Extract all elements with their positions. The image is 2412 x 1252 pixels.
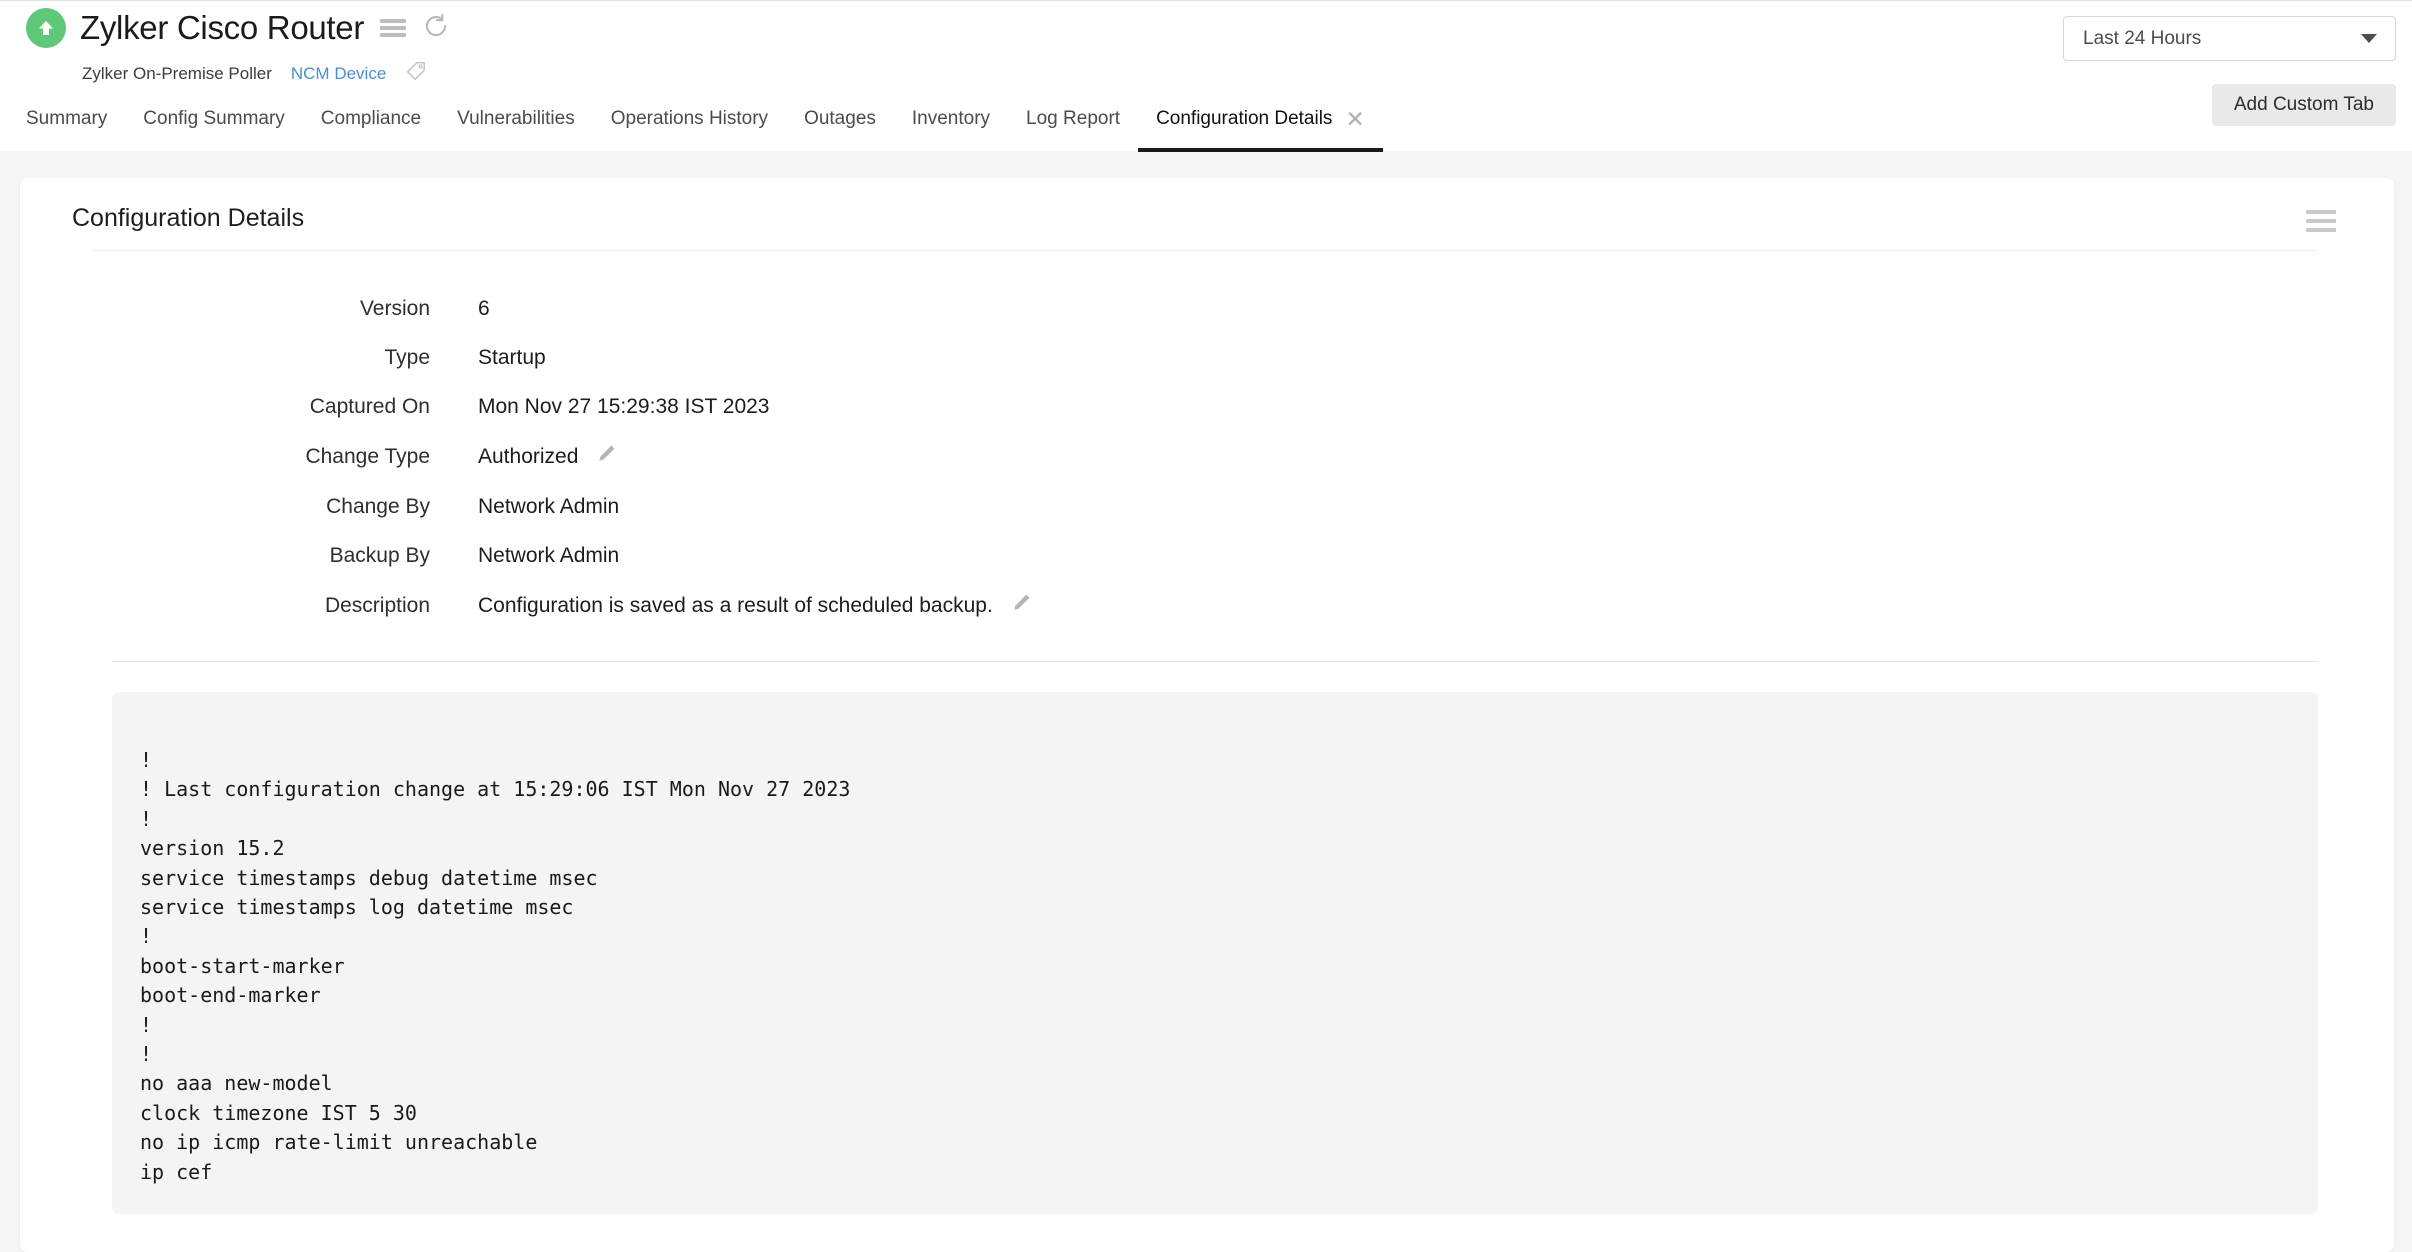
device-status-up-icon [26, 8, 66, 48]
card-title: Configuration Details [72, 204, 305, 232]
ncm-device-link[interactable]: NCM Device [291, 64, 386, 84]
tab-config-summary[interactable]: Config Summary [125, 108, 303, 152]
detail-value: Network Admin [478, 544, 620, 567]
configuration-text-block[interactable]: ! ! Last configuration change at 15:29:0… [112, 692, 2318, 1214]
detail-value-wrapper: Network Admin [478, 494, 619, 520]
tab-label: Compliance [320, 108, 422, 129]
device-subtitle-row: Zylker On-Premise Poller NCM Device [82, 60, 427, 87]
detail-value: Configuration is saved as a result of sc… [478, 594, 993, 617]
tab-label: Vulnerabilities [457, 108, 575, 129]
configuration-text: ! ! Last configuration change at 15:29:0… [140, 748, 851, 1184]
time-period-select[interactable]: Last 24 Hours [2063, 16, 2396, 61]
detail-label: Description [324, 594, 430, 617]
detail-value: Network Admin [478, 495, 620, 518]
detail-row-backup-by: Backup By Network Admin [20, 543, 2394, 569]
edit-change-type-pencil-icon[interactable] [596, 443, 617, 471]
tab-inventory[interactable]: Inventory [894, 108, 1008, 152]
add-custom-tab-button[interactable]: Add Custom Tab [2211, 84, 2396, 126]
edit-description-pencil-icon[interactable] [1011, 592, 1032, 620]
detail-row-description: Description Configuration is saved as a … [20, 592, 2394, 620]
card-hamburger-menu-icon[interactable] [2306, 210, 2336, 232]
tab-configuration-details[interactable]: Configuration Details ✕ [1138, 108, 1383, 152]
tag-icon[interactable] [405, 60, 427, 87]
main-tabs: Summary Config Summary Compliance Vulner… [26, 96, 1383, 152]
detail-value: Mon Nov 27 15:29:38 IST 2023 [478, 395, 770, 418]
tab-label: Outages [804, 108, 876, 129]
page-title: Zylker Cisco Router [80, 9, 365, 46]
chevron-down-icon [2361, 34, 2377, 43]
detail-row-change-type: Change Type Authorized [20, 443, 2394, 471]
refresh-icon[interactable] [422, 12, 450, 45]
detail-label: Change Type [305, 445, 430, 468]
detail-value-wrapper: Startup [478, 345, 546, 371]
detail-row-change-by: Change By Network Admin [20, 494, 2394, 520]
detail-row-version: Version 6 [20, 296, 2394, 322]
tab-label: Configuration Details [1156, 108, 1333, 129]
detail-value-wrapper: Network Admin [478, 543, 619, 569]
detail-value-wrapper: Mon Nov 27 15:29:38 IST 2023 [478, 394, 769, 420]
detail-label: Change By [326, 495, 430, 518]
close-icon[interactable]: ✕ [1345, 108, 1364, 131]
tab-log-report[interactable]: Log Report [1008, 108, 1138, 152]
detail-value-wrapper: 6 [478, 296, 490, 322]
config-section-divider [112, 661, 2318, 662]
detail-value: Startup [478, 346, 546, 369]
detail-label: Backup By [329, 544, 430, 567]
tab-label: Summary [26, 108, 108, 129]
configuration-details-card: Configuration Details Version 6 Type Sta… [20, 178, 2394, 1252]
hamburger-menu-icon[interactable] [380, 18, 407, 38]
detail-value: 6 [478, 297, 490, 320]
device-title-row: Zylker Cisco Router [26, 8, 450, 48]
configuration-detail-list: Version 6 Type Startup Captured On Mon N… [20, 250, 2394, 620]
tab-label: Operations History [610, 108, 769, 129]
tab-outages[interactable]: Outages [786, 108, 894, 152]
time-period-value: Last 24 Hours [2083, 27, 2202, 49]
detail-value: Authorized [478, 445, 579, 468]
poller-name: Zylker On-Premise Poller [82, 63, 272, 83]
tab-label: Inventory [911, 108, 991, 129]
tab-operations-history[interactable]: Operations History [593, 108, 786, 152]
tab-label: Config Summary [143, 108, 285, 129]
detail-row-captured-on: Captured On Mon Nov 27 15:29:38 IST 2023 [20, 394, 2394, 420]
detail-label: Version [359, 297, 430, 320]
tab-label: Log Report [1026, 108, 1121, 129]
detail-value-wrapper: Configuration is saved as a result of sc… [478, 592, 1032, 620]
detail-label: Type [384, 346, 430, 369]
tab-compliance[interactable]: Compliance [303, 108, 439, 152]
tab-vulnerabilities[interactable]: Vulnerabilities [439, 108, 593, 152]
page-header: Zylker Cisco Router Zylker On-Premise Po… [0, 0, 2412, 152]
detail-label: Captured On [309, 395, 430, 418]
tab-summary[interactable]: Summary [26, 108, 125, 152]
detail-row-type: Type Startup [20, 345, 2394, 371]
card-header-divider [92, 250, 2318, 251]
card-header: Configuration Details [20, 178, 2394, 251]
detail-value-wrapper: Authorized [478, 443, 617, 471]
